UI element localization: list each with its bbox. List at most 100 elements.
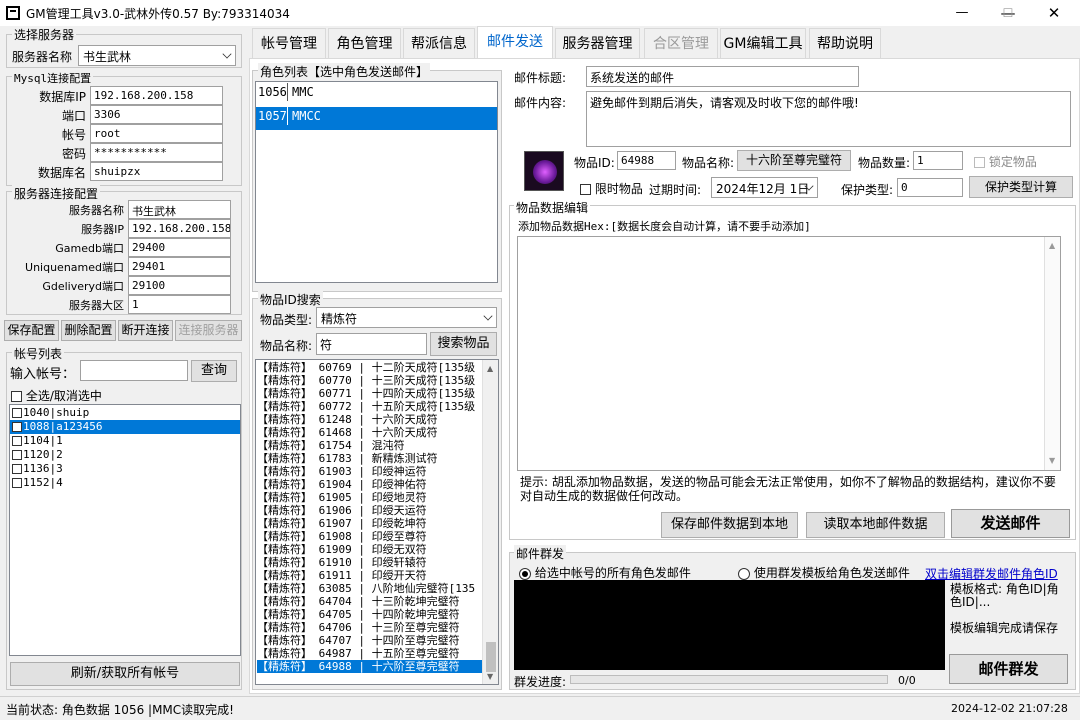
item-type-select[interactable]: 精炼符 <box>316 307 497 328</box>
item-result-row[interactable]: 【精炼符】 60769 | 十二阶天成符[135级 <box>257 361 487 374</box>
item-result-row[interactable]: 【精炼符】 61248 | 十六阶天成符 <box>257 413 487 426</box>
conn-field-input[interactable]: 192.168.200.158 <box>128 219 231 238</box>
tab-5[interactable]: 服务器管理 <box>555 28 640 58</box>
role-list-item[interactable]: 1056 MMC <box>256 83 497 106</box>
send-mail-button[interactable]: 发送邮件 <box>951 509 1070 538</box>
checkbox-icon[interactable] <box>12 422 22 432</box>
radio-icon[interactable] <box>738 567 750 580</box>
checkbox-icon[interactable] <box>12 478 22 488</box>
radio-selected-icon[interactable] <box>519 567 531 580</box>
item-result-row[interactable]: 【精炼符】 61909 | 印绶无双符 <box>257 543 487 556</box>
limited-item-checkbox[interactable]: 限时物品 <box>580 180 643 197</box>
item-result-row[interactable]: 【精炼符】 63085 | 八阶地仙完璧符[135 <box>257 582 487 595</box>
mysql-field-input[interactable]: shuipzx <box>90 162 223 181</box>
mysql-field-input[interactable]: 192.168.200.158 <box>90 86 223 105</box>
item-name-button[interactable]: 十六阶至尊完璧符 <box>737 150 851 171</box>
qty-input[interactable]: 1 <box>913 151 963 170</box>
save-config-button[interactable]: 保存配置 <box>4 320 59 341</box>
account-input[interactable] <box>80 360 188 381</box>
scroll-up-icon[interactable]: ▲ <box>1049 241 1055 250</box>
item-name-input[interactable]: 符 <box>316 333 427 355</box>
send-all-roles-radio[interactable]: 给选中帐号的所有角色发邮件 <box>519 564 691 581</box>
item-result-row[interactable]: 【精炼符】 60770 | 十三阶天成符[135级 <box>257 374 487 387</box>
checkbox-icon[interactable] <box>11 391 22 402</box>
scroll-up-icon[interactable]: ▲ <box>487 364 493 373</box>
disconnect-button[interactable]: 断开连接 <box>118 320 173 341</box>
conn-field-input[interactable]: 书生武林 <box>128 200 231 219</box>
item-result-row[interactable]: 【精炼符】 61911 | 印绶开天符 <box>257 569 487 582</box>
item-result-row[interactable]: 【精炼符】 61903 | 印绶神运符 <box>257 465 487 478</box>
tab-6[interactable]: 合区管理 <box>644 28 718 58</box>
read-mail-local-button[interactable]: 读取本地邮件数据 <box>806 512 945 538</box>
query-button[interactable]: 查询 <box>191 360 237 382</box>
conn-field-input[interactable]: 29400 <box>128 238 231 257</box>
tab-1[interactable]: 帐号管理 <box>252 28 326 58</box>
account-list-item[interactable]: 1136|3 <box>10 462 240 476</box>
group-send-button[interactable]: 邮件群发 <box>949 654 1068 684</box>
checkbox-icon[interactable] <box>12 408 22 418</box>
item-result-row[interactable]: 【精炼符】 64705 | 十四阶乾坤完璧符 <box>257 608 487 621</box>
tab-3[interactable]: 帮派信息 <box>403 28 475 58</box>
mysql-field-input[interactable]: 3306 <box>90 105 223 124</box>
conn-field-input[interactable]: 1 <box>128 295 231 314</box>
hex-data-textarea[interactable]: ▲ ▼ <box>517 236 1061 471</box>
scrollbar-thumb[interactable] <box>486 642 496 672</box>
role-list-item[interactable]: 1057 MMCC <box>256 107 497 130</box>
tab-2[interactable]: 角色管理 <box>328 28 401 58</box>
mail-title-input[interactable]: 系统发送的邮件 <box>586 66 859 87</box>
item-result-row[interactable]: 【精炼符】 61910 | 印绶轩辕符 <box>257 556 487 569</box>
checkbox-icon[interactable] <box>12 464 22 474</box>
account-list[interactable]: 1040|shuip 1088|a123456 1104|1 1120|2 1136|3… <box>9 404 241 656</box>
checkbox-icon[interactable] <box>12 450 22 460</box>
item-result-list[interactable]: 【精炼符】 60769 | 十二阶天成符[135级 【精炼符】 60770 | 十… <box>255 359 499 685</box>
item-result-row[interactable]: 【精炼符】 60772 | 十五阶天成符[135级 <box>257 400 487 413</box>
item-result-row[interactable]: 【精炼符】 61468 | 十六阶天成符 <box>257 426 487 439</box>
item-result-row[interactable]: 【精炼符】 64707 | 十四阶至尊完璧符 <box>257 634 487 647</box>
item-result-row[interactable]: 【精炼符】 60771 | 十四阶天成符[135级 <box>257 387 487 400</box>
tab-8[interactable]: 帮助说明 <box>809 28 881 58</box>
account-list-item[interactable]: 1152|4 <box>10 476 240 490</box>
lock-item-checkbox[interactable]: 锁定物品 <box>974 153 1037 170</box>
scroll-down-icon[interactable]: ▼ <box>1049 456 1055 465</box>
item-result-row[interactable]: 【精炼符】 61904 | 印绶神佑符 <box>257 478 487 491</box>
item-result-row[interactable]: 【精炼符】 61907 | 印绶乾坤符 <box>257 517 487 530</box>
template-send-radio[interactable]: 使用群发模板给角色发送邮件 <box>738 564 910 581</box>
checkbox-icon[interactable] <box>580 184 591 195</box>
tab-7[interactable]: GM编辑工具 <box>720 28 806 58</box>
item-id-input[interactable]: 64988 <box>617 151 676 170</box>
item-result-row[interactable]: 【精炼符】 61754 | 混沌符 <box>257 439 487 452</box>
mysql-field-input[interactable]: root <box>90 124 223 143</box>
account-list-item[interactable]: 1120|2 <box>10 448 240 462</box>
conn-field-input[interactable]: 29401 <box>128 257 231 276</box>
role-list[interactable]: 1056 MMC 1057 MMCC <box>255 81 498 283</box>
checkbox-icon[interactable] <box>12 436 22 446</box>
item-result-row[interactable]: 【精炼符】 61906 | 印绶天运符 <box>257 504 487 517</box>
save-mail-local-button[interactable]: 保存邮件数据到本地 <box>661 512 798 538</box>
item-result-row[interactable]: 【精炼符】 64706 | 十三阶至尊完璧符 <box>257 621 487 634</box>
delete-config-button[interactable]: 删除配置 <box>61 320 116 341</box>
item-list-scrollbar[interactable]: ▲ ▼ <box>482 360 498 684</box>
item-result-row[interactable]: 【精炼符】 64987 | 十五阶至尊完璧符 <box>257 647 487 660</box>
mysql-field-input[interactable]: *********** <box>90 143 223 162</box>
protect-input[interactable]: 0 <box>897 178 963 197</box>
scroll-down-icon[interactable]: ▼ <box>487 672 493 681</box>
refresh-accounts-button[interactable]: 刷新/获取所有帐号 <box>10 662 240 686</box>
account-list-item[interactable]: 1088|a123456 <box>10 420 240 434</box>
item-result-row[interactable]: 【精炼符】 61905 | 印绶地灵符 <box>257 491 487 504</box>
expire-date-picker[interactable]: 2024年12月 1日 <box>711 177 818 198</box>
account-list-item[interactable]: 1040|shuip <box>10 406 240 420</box>
mail-content-textarea[interactable]: 避免邮件到期后消失，请客观及时收下您的邮件哦! <box>586 91 1071 147</box>
item-result-row[interactable]: 【精炼符】 61783 | 新精炼测试符 <box>257 452 487 465</box>
maximize-icon[interactable]: ☐ <box>985 0 1031 26</box>
server-name-select[interactable]: 书生武林 <box>78 45 236 66</box>
select-all-checkbox[interactable]: 全选/取消选中 <box>11 387 102 404</box>
hex-scrollbar[interactable]: ▲ ▼ <box>1044 237 1060 470</box>
connect-server-button[interactable]: 连接服务器 <box>175 320 242 341</box>
account-list-item[interactable]: 1104|1 <box>10 434 240 448</box>
item-result-row[interactable]: 【精炼符】 61908 | 印绶至尊符 <box>257 530 487 543</box>
search-item-button[interactable]: 搜索物品 <box>430 332 497 356</box>
tab-4[interactable]: 邮件发送 <box>477 26 553 59</box>
minimize-icon-glyph[interactable]: — <box>939 0 985 26</box>
conn-field-input[interactable]: 29100 <box>128 276 231 295</box>
item-result-row[interactable]: 【精炼符】 64704 | 十三阶乾坤完璧符 <box>257 595 487 608</box>
